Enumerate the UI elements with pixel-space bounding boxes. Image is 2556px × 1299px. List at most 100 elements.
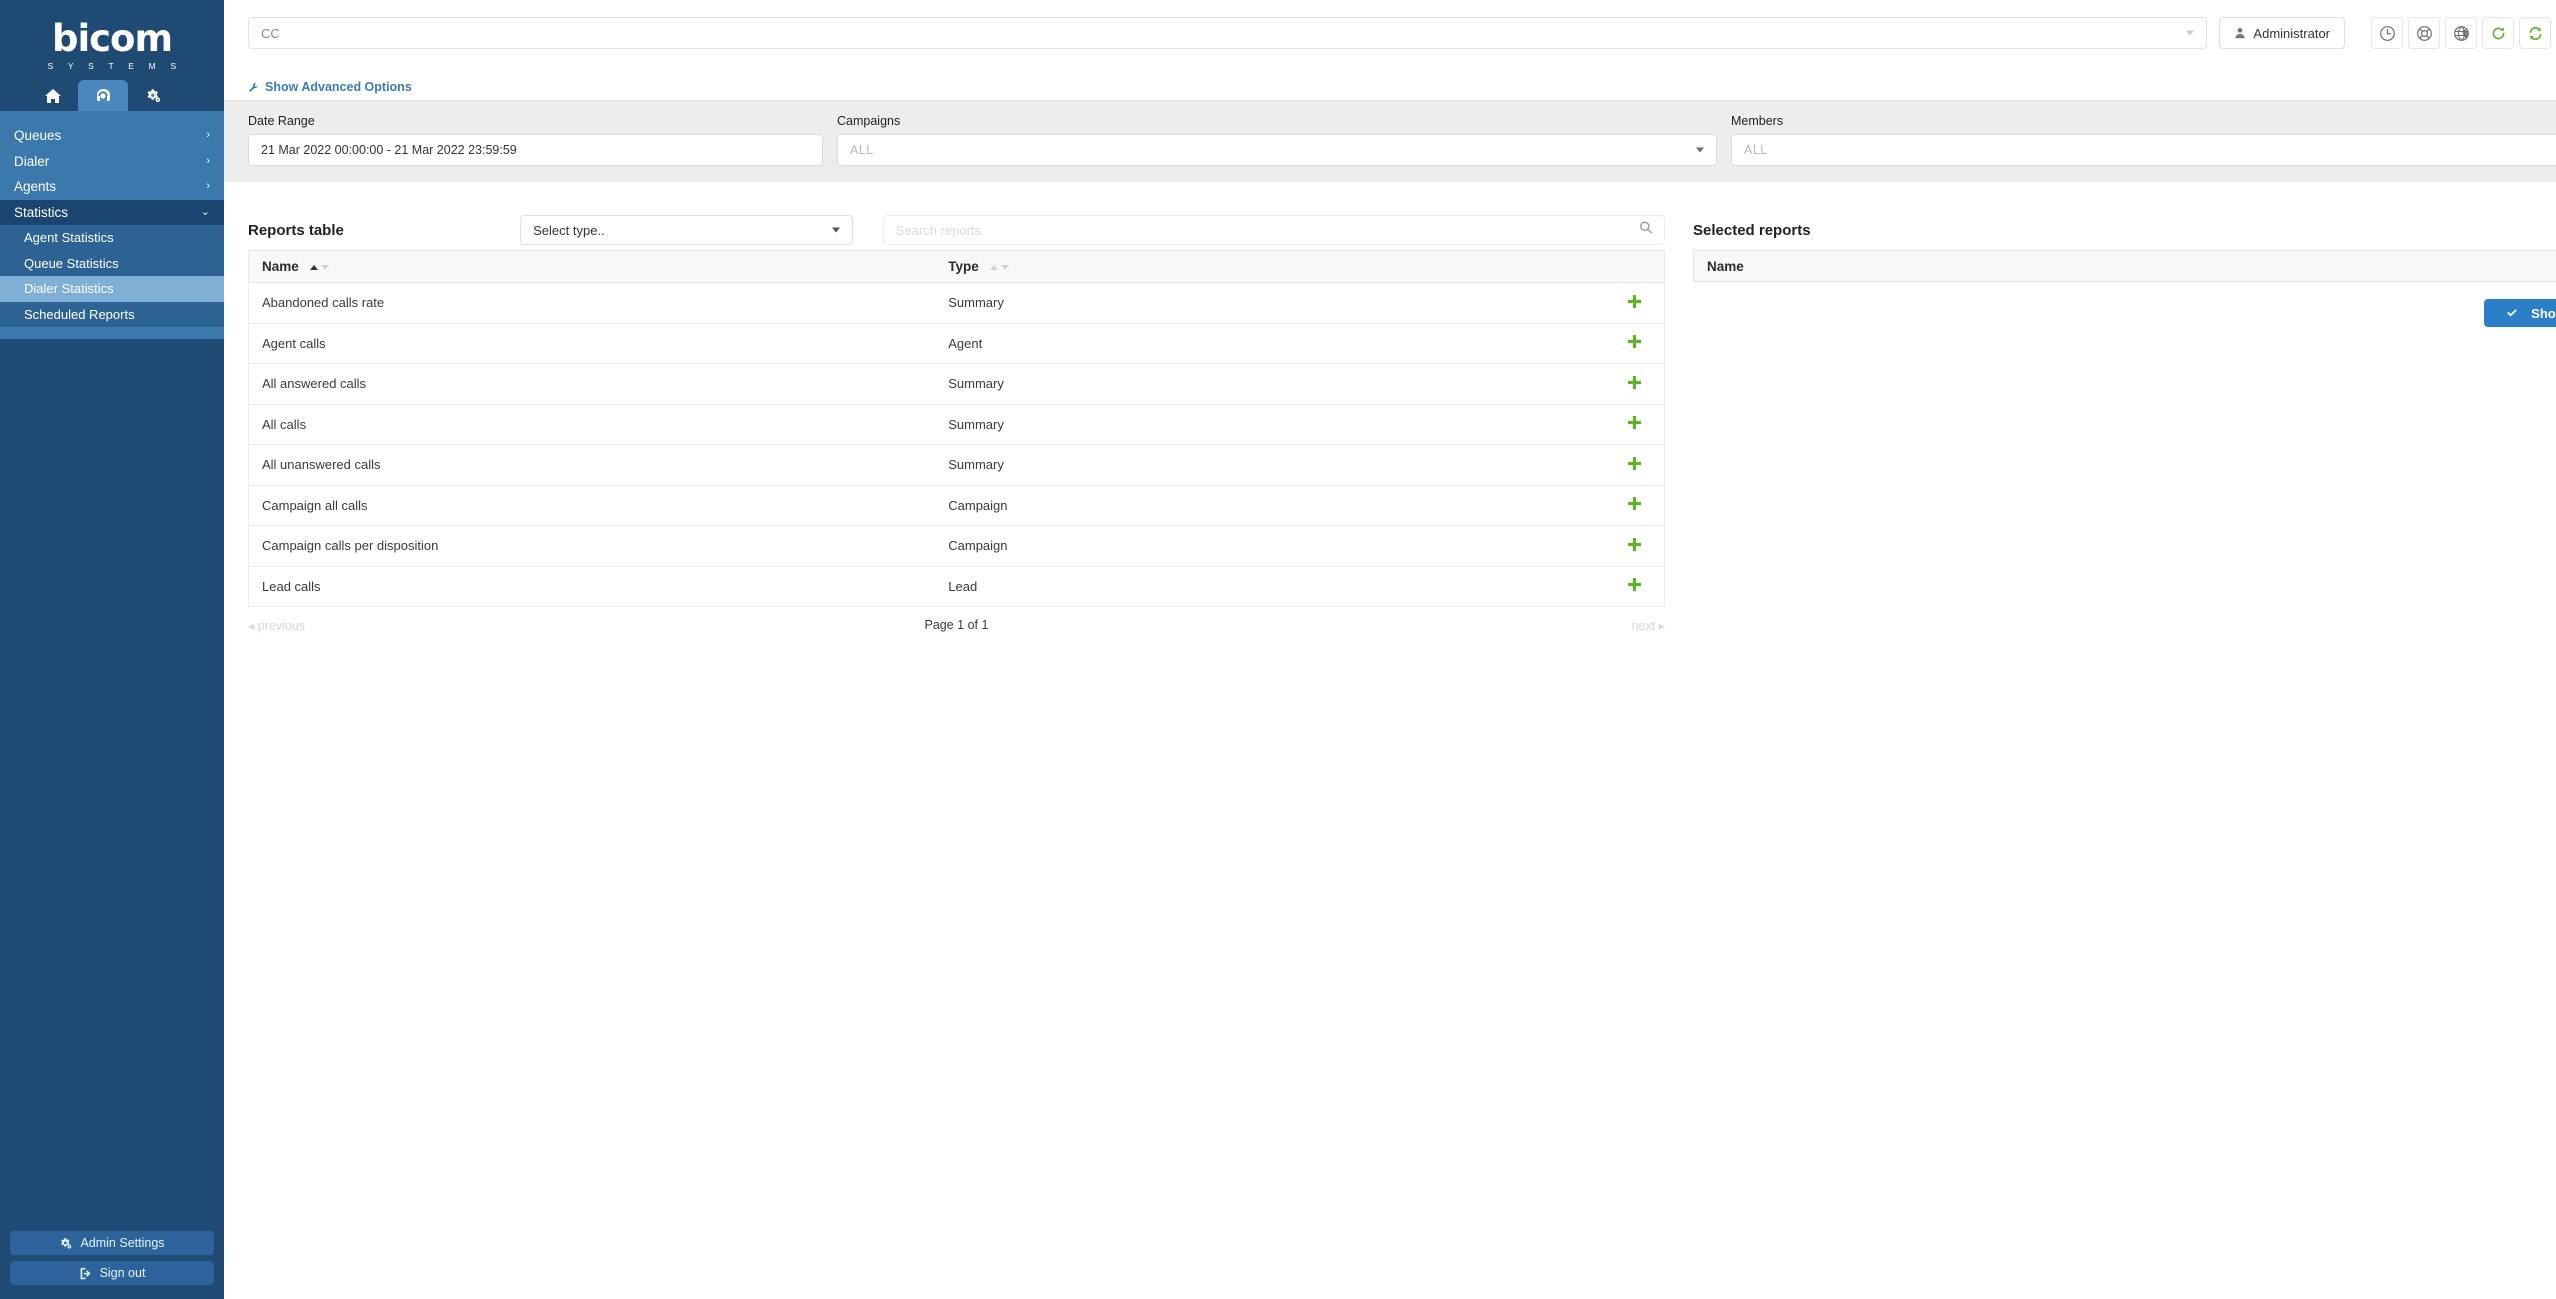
sidebar-item-scheduled-reports[interactable]: Scheduled Reports — [0, 302, 224, 328]
add-icon — [1627, 294, 1642, 308]
brand-name: bicom — [51, 16, 173, 60]
gears-icon — [61, 1237, 72, 1248]
cell-name: All unanswered calls — [248, 444, 936, 486]
sort-controls-type[interactable] — [989, 264, 1009, 270]
add-report-button[interactable] — [1627, 537, 1642, 555]
sort-desc-icon[interactable] — [320, 264, 329, 270]
sidebar-subitem-label: Dialer Statistics — [24, 281, 114, 297]
cell-add — [1605, 282, 1666, 324]
add-report-button[interactable] — [1627, 577, 1642, 595]
table-row[interactable]: Campaign calls per disposition Campaign — [248, 525, 1666, 567]
sidebar-footer: Admin Settings Sign out — [0, 1231, 224, 1299]
filters-bar: Date Range 21 Mar 2022 00:00:00 - 21 Mar… — [224, 100, 2556, 182]
date-range-input[interactable]: 21 Mar 2022 00:00:00 - 21 Mar 2022 23:59… — [248, 134, 823, 166]
tabs-underline — [0, 111, 224, 123]
sign-out-button[interactable]: Sign out — [10, 1261, 214, 1285]
table-row[interactable]: Agent calls Agent — [248, 323, 1666, 364]
sidebar-subitem-label: Agent Statistics — [24, 230, 114, 246]
tab-settings[interactable] — [128, 80, 178, 111]
sidebar-item-agents[interactable]: Agents › — [0, 174, 224, 200]
selected-column-header-name: Name — [1707, 258, 1744, 274]
sidebar-item-agent-statistics[interactable]: Agent Statistics — [0, 225, 224, 251]
add-icon — [1627, 578, 1642, 592]
chevron-right-icon: › — [206, 129, 210, 142]
reports-table-title: Reports table — [248, 221, 344, 239]
sign-out-label: Sign out — [99, 1266, 146, 1280]
admin-settings-button[interactable]: Admin Settings — [10, 1231, 214, 1255]
column-header-name-label: Name — [262, 259, 299, 274]
context-select-value: CC — [261, 25, 280, 41]
refresh-icon — [2492, 26, 2504, 39]
sort-desc-icon[interactable] — [1000, 264, 1009, 270]
members-select[interactable]: ALL — [1731, 134, 2556, 166]
show-button[interactable]: Show — [2484, 299, 2556, 327]
reports-panel-header: Reports table Select type.. — [248, 210, 1665, 250]
sidebar-item-dialer-statistics[interactable]: Dialer Statistics — [0, 276, 224, 302]
show-button-label: Show — [2531, 305, 2556, 321]
sidebar-item-queues[interactable]: Queues › — [0, 123, 224, 149]
sidebar-nav: Queues › Dialer › Agents › Statistics ⌄ — [0, 123, 224, 225]
sort-controls-name[interactable] — [309, 264, 329, 270]
refresh-button[interactable] — [2482, 17, 2514, 49]
reports-table-body: Abandoned calls rate Summary Agent calls… — [248, 282, 1666, 607]
campaigns-filter: Campaigns ALL — [837, 114, 1717, 166]
cell-type: Summary — [935, 404, 1606, 445]
topbar: CC Administrator — [224, 0, 2556, 74]
pagination-previous[interactable]: ◂ previous — [248, 618, 524, 633]
table-row[interactable]: Campaign all calls Campaign — [248, 485, 1666, 526]
check-icon — [2507, 309, 2517, 317]
language-button[interactable] — [2445, 17, 2477, 49]
sidebar-item-queue-statistics[interactable]: Queue Statistics — [0, 251, 224, 277]
selected-reports-table: Name — [1693, 250, 2556, 282]
table-row[interactable]: Lead calls Lead — [248, 566, 1666, 607]
date-range-filter: Date Range 21 Mar 2022 00:00:00 - 21 Mar… — [248, 114, 823, 166]
add-report-button[interactable] — [1627, 456, 1642, 474]
chevron-right-icon: › — [206, 154, 210, 167]
column-header-type[interactable]: Type — [935, 250, 1606, 283]
add-report-button[interactable] — [1627, 496, 1642, 514]
search-reports-box — [882, 215, 1665, 245]
cell-name: All calls — [248, 404, 936, 445]
cell-type: Campaign — [935, 525, 1606, 567]
show-advanced-options-link[interactable]: Show Advanced Options — [248, 80, 412, 94]
sort-asc-icon[interactable] — [309, 264, 318, 270]
reports-table-head: Name Type — [248, 250, 1666, 283]
add-report-button[interactable] — [1627, 334, 1642, 352]
add-report-button[interactable] — [1627, 294, 1642, 312]
column-header-name[interactable]: Name — [248, 250, 936, 283]
report-type-value: Select type.. — [533, 222, 605, 238]
admin-settings-label: Admin Settings — [80, 1236, 165, 1250]
table-row[interactable]: All answered calls Summary — [248, 363, 1666, 405]
cell-name: Lead calls — [248, 566, 936, 607]
globe-icon — [2453, 25, 2469, 41]
search-icon[interactable] — [1639, 221, 1653, 240]
clock-button[interactable] — [2371, 17, 2403, 49]
table-row[interactable]: All unanswered calls Summary — [248, 444, 1666, 486]
add-report-button[interactable] — [1627, 375, 1642, 393]
add-icon — [1627, 335, 1642, 349]
sync-icon — [2529, 26, 2541, 40]
sidebar-item-dialer[interactable]: Dialer › — [0, 149, 224, 175]
report-type-select[interactable]: Select type.. — [520, 215, 853, 245]
help-button[interactable] — [2408, 17, 2440, 49]
sort-asc-icon[interactable] — [989, 264, 998, 270]
search-input[interactable] — [895, 222, 1652, 238]
campaigns-select[interactable]: ALL — [837, 134, 1717, 166]
sync-button[interactable] — [2519, 17, 2551, 49]
tab-home[interactable] — [28, 80, 78, 111]
tab-contact-center[interactable] — [78, 80, 128, 111]
column-header-type-label: Type — [948, 259, 979, 274]
cell-name: All answered calls — [248, 363, 936, 405]
context-select[interactable]: CC — [248, 17, 2208, 49]
pagination-next-label: next — [1631, 618, 1656, 633]
table-row[interactable]: All calls Summary — [248, 404, 1666, 445]
pagination-next[interactable]: next ▸ — [1389, 618, 1665, 633]
app-root: bicom S Y S T E M S Queues › Dialer › Ag… — [0, 0, 2556, 1299]
user-menu-label: Administrator — [2253, 25, 2330, 41]
user-menu-button[interactable]: Administrator — [2219, 17, 2345, 49]
table-row[interactable]: Abandoned calls rate Summary — [248, 282, 1666, 324]
add-report-button[interactable] — [1627, 415, 1642, 433]
cell-type: Summary — [935, 444, 1606, 486]
sidebar-item-statistics[interactable]: Statistics ⌄ — [0, 199, 224, 225]
home-icon — [45, 88, 61, 103]
